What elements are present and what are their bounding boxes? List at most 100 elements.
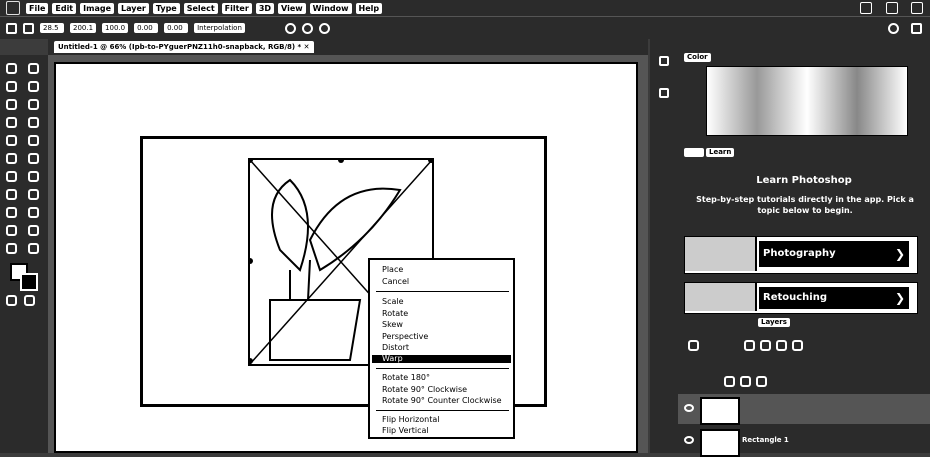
path-select-tool-icon[interactable]	[28, 207, 39, 218]
learn-card-photography[interactable]: Photography ❯	[684, 236, 918, 274]
layer-row-image[interactable]	[678, 394, 930, 425]
history-panel-icon[interactable]	[659, 56, 669, 66]
document-tab[interactable]: Untitled-1 @ 66% (Ipb-to-PYguerPNZ11h0-s…	[54, 41, 314, 53]
eraser-tool-icon[interactable]	[28, 153, 39, 164]
move-tool-icon[interactable]	[6, 22, 17, 34]
menu-rotate-90-ccw[interactable]: Rotate 90° Counter Clockwise	[382, 396, 502, 405]
height-field[interactable]: 0.00	[134, 23, 159, 33]
menu-rotate[interactable]: Rotate	[382, 309, 408, 318]
maximize-icon[interactable]	[886, 2, 898, 14]
interpolation-select[interactable]: Interpolation	[194, 23, 245, 33]
quick-select-tool-icon[interactable]	[6, 99, 17, 110]
zoom-tool-icon[interactable]	[6, 243, 17, 254]
document-tab-label: Untitled-1 @ 66% (Ipb-to-PYguerPNZ11h0-s…	[58, 43, 302, 51]
screen-mode-icon[interactable]	[24, 295, 35, 306]
menu-place[interactable]: Place	[382, 265, 403, 274]
close-icon[interactable]	[911, 2, 923, 14]
menu-cancel[interactable]: Cancel	[382, 277, 409, 286]
tab-swatches[interactable]	[684, 148, 704, 157]
menu-flip-vertical[interactable]: Flip Vertical	[382, 426, 429, 435]
filter-adjustment-icon[interactable]	[760, 340, 771, 351]
history-brush-tool-icon[interactable]	[6, 153, 17, 164]
menu-select[interactable]: Select	[183, 2, 218, 14]
artboard-tool-icon[interactable]	[28, 63, 39, 74]
quick-mask-icon[interactable]	[6, 295, 17, 306]
stamp-tool-icon[interactable]	[28, 135, 39, 146]
cancel-transform-icon[interactable]	[301, 22, 313, 34]
toolbox	[0, 55, 48, 453]
color-spectrum[interactable]	[706, 66, 908, 136]
tab-layers[interactable]: Layers	[758, 318, 790, 327]
tab-color[interactable]: Color	[684, 53, 711, 62]
close-tab-icon[interactable]: ✕	[304, 43, 310, 51]
y-field[interactable]: 200.1	[70, 23, 97, 33]
eye-icon[interactable]	[684, 436, 694, 444]
filter-pixel-icon[interactable]	[744, 340, 755, 351]
card-label: Retouching ❯	[759, 287, 909, 309]
layer-row-rectangle[interactable]: Rectangle 1	[678, 426, 930, 457]
transform-handle[interactable]	[428, 160, 432, 163]
menu-filter[interactable]: Filter	[221, 2, 252, 14]
lasso-tool-icon[interactable]	[28, 81, 39, 92]
menu-file[interactable]: File	[26, 2, 49, 14]
filter-kind-icon[interactable]	[688, 340, 699, 351]
lock-pixels-icon[interactable]	[724, 376, 735, 387]
tab-learn[interactable]: Learn	[706, 148, 735, 157]
shape-tool-icon[interactable]	[6, 225, 17, 236]
x-field[interactable]: 28.5	[40, 23, 64, 33]
background-color-swatch[interactable]	[20, 273, 38, 291]
blur-tool-icon[interactable]	[28, 171, 39, 182]
menu-flip-horizontal[interactable]: Flip Horizontal	[382, 415, 440, 424]
lock-all-icon[interactable]	[756, 376, 767, 387]
menu-help[interactable]: Help	[355, 2, 383, 14]
menu-type[interactable]: Type	[152, 2, 180, 14]
filter-shape-icon[interactable]	[792, 340, 803, 351]
properties-panel-icon[interactable]	[659, 88, 669, 98]
pen-tool-icon[interactable]	[28, 189, 39, 200]
dodge-tool-icon[interactable]	[6, 189, 17, 200]
menu-rotate-90-cw[interactable]: Rotate 90° Clockwise	[382, 385, 467, 394]
menu-skew[interactable]: Skew	[382, 320, 403, 329]
card-label: Photography ❯	[759, 241, 909, 267]
menu-separator	[376, 410, 509, 411]
menu-window[interactable]: Window	[309, 2, 352, 14]
eyedropper-tool-icon[interactable]	[6, 117, 17, 128]
menu-bar: File Edit Image Layer Type Select Filter…	[0, 0, 930, 16]
workspace-icon[interactable]	[911, 22, 922, 34]
menu-view[interactable]: View	[278, 2, 306, 14]
minimize-icon[interactable]	[860, 2, 872, 14]
move-tool-icon[interactable]	[6, 63, 17, 74]
menu-warp[interactable]: Warp	[382, 354, 403, 363]
commit-transform-icon[interactable]	[318, 22, 330, 34]
menu-3d[interactable]: 3D	[255, 2, 275, 14]
eye-icon[interactable]	[684, 404, 694, 412]
lock-position-icon[interactable]	[740, 376, 751, 387]
warp-mode-icon[interactable]	[284, 22, 296, 34]
filter-type-icon[interactable]	[776, 340, 787, 351]
menu-layer[interactable]: Layer	[118, 2, 149, 14]
learn-card-retouching[interactable]: Retouching ❯	[684, 282, 918, 314]
hand-tool-icon[interactable]	[28, 225, 39, 236]
layer-thumbnail	[700, 397, 740, 425]
brush-tool-icon[interactable]	[6, 135, 17, 146]
reference-point-icon[interactable]	[23, 22, 34, 34]
chevron-right-icon: ❯	[894, 291, 905, 305]
menu-image[interactable]: Image	[80, 2, 115, 14]
marquee-tool-icon[interactable]	[6, 81, 17, 92]
menu-scale[interactable]: Scale	[382, 297, 404, 306]
gradient-tool-icon[interactable]	[6, 171, 17, 182]
type-tool-icon[interactable]	[6, 207, 17, 218]
options-bar: 28.5 200.1 100.0 0.00 0.00 Interpolation	[0, 16, 930, 39]
angle-field[interactable]: 0.00	[164, 23, 189, 33]
crop-tool-icon[interactable]	[28, 99, 39, 110]
width-field[interactable]: 100.0	[102, 23, 129, 33]
more-tools-icon[interactable]	[28, 243, 39, 254]
menu-edit[interactable]: Edit	[52, 2, 77, 14]
menu-distort[interactable]: Distort	[382, 343, 409, 352]
search-icon[interactable]	[888, 22, 899, 34]
menu-separator	[376, 291, 509, 292]
healing-tool-icon[interactable]	[28, 117, 39, 128]
card-thumbnail	[685, 283, 757, 311]
menu-rotate-180[interactable]: Rotate 180°	[382, 373, 430, 382]
menu-perspective[interactable]: Perspective	[382, 332, 428, 341]
